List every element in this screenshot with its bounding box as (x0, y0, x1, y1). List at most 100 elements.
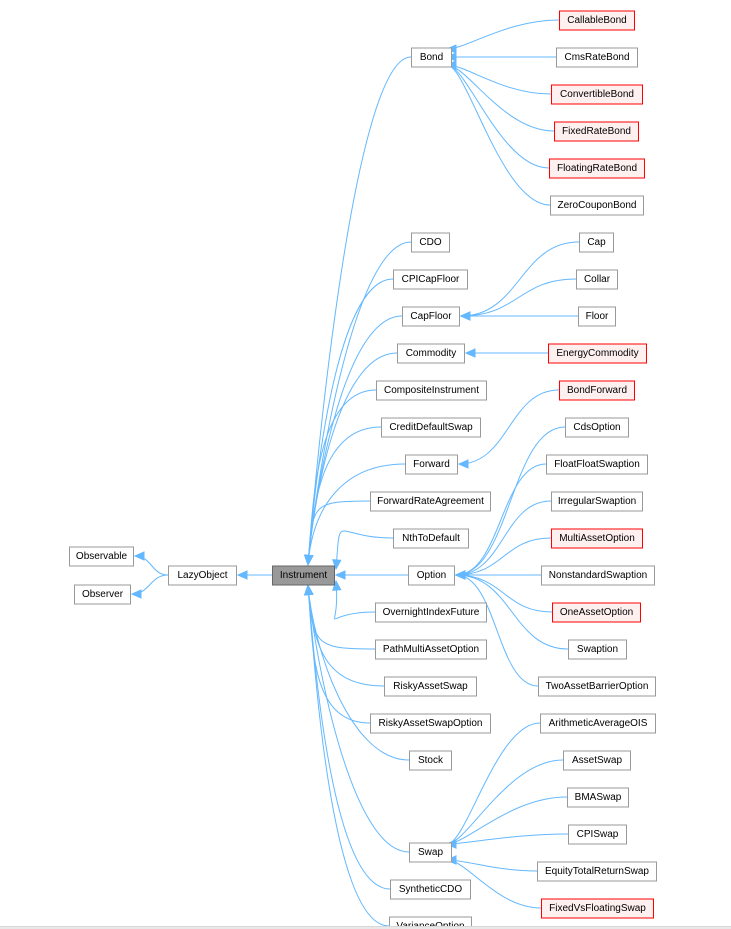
node-nonstandard-swaption[interactable]: NonstandardSwaption (541, 565, 655, 586)
edge-multi-asset-option-to-option (455, 537, 552, 576)
node-label: CPICapFloor (402, 274, 460, 285)
edge-cpi-cap-floor-to-instrument (307, 278, 394, 565)
node-instrument[interactable]: Instrument (272, 565, 335, 586)
node-label: CdsOption (573, 422, 620, 433)
node-forward-rate-agreement[interactable]: ForwardRateAgreement (370, 491, 491, 512)
node-label: FixedRateBond (562, 126, 631, 137)
edge-two-asset-barrier-option-to-option (455, 574, 539, 687)
node-composite-instrument[interactable]: CompositeInstrument (376, 380, 487, 401)
node-label: FloatFloatSwaption (554, 459, 640, 470)
edge-synthetic-cdo-to-instrument (307, 585, 391, 890)
node-float-float-swaption[interactable]: FloatFloatSwaption (546, 454, 648, 475)
node-stock[interactable]: Stock (409, 750, 452, 771)
nodes-layer: Observable Observer LazyObject Instrument Bo… (69, 10, 657, 928)
node-two-asset-barrier-option[interactable]: TwoAssetBarrierOption (538, 676, 656, 697)
edge-overnight-index-future-to-instrument (334, 580, 376, 620)
node-label: ZeroCouponBond (558, 200, 637, 211)
arrowhead-icon (236, 570, 248, 580)
edge-floating-rate-bond-to-bond (446, 64, 550, 169)
node-credit-default-swap[interactable]: CreditDefaultSwap (381, 417, 481, 438)
node-equity-total-return-swap[interactable]: EquityTotalReturnSwap (537, 861, 657, 882)
node-forward[interactable]: Forward (405, 454, 458, 475)
node-label: CPISwap (577, 829, 619, 840)
node-bond[interactable]: Bond (411, 47, 452, 68)
node-observer[interactable]: Observer (74, 584, 131, 605)
node-cms-rate-bond[interactable]: CmsRateBond (556, 47, 638, 68)
node-label: CallableBond (567, 15, 627, 26)
node-asset-swap[interactable]: AssetSwap (563, 750, 631, 771)
node-one-asset-option[interactable]: OneAssetOption (552, 602, 641, 623)
node-cds-option[interactable]: CdsOption (565, 417, 629, 438)
node-label: CreditDefaultSwap (389, 422, 473, 433)
node-label: LazyObject (177, 570, 227, 581)
node-label: BondForward (567, 385, 627, 396)
arrowhead-icon (133, 551, 145, 561)
node-overnight-index-future[interactable]: OvernightIndexFuture (375, 602, 487, 623)
node-cap[interactable]: Cap (579, 232, 614, 253)
node-bond-forward[interactable]: BondForward (559, 380, 635, 401)
node-label: IrregularSwaption (558, 496, 636, 507)
edge-cap-to-cap-floor (460, 241, 580, 317)
node-label: CmsRateBond (564, 52, 629, 63)
node-label: CDO (419, 237, 441, 248)
node-label: Floor (586, 311, 609, 322)
node-multi-asset-option[interactable]: MultiAssetOption (551, 528, 643, 549)
edge-arithmetic-average-ois-to-swap (446, 722, 541, 845)
node-label: FixedVsFloatingSwap (549, 903, 646, 914)
node-fixed-rate-bond[interactable]: FixedRateBond (554, 121, 639, 142)
node-label: TwoAssetBarrierOption (546, 681, 649, 692)
node-path-multi-asset-option[interactable]: PathMultiAssetOption (375, 639, 487, 660)
node-swaption[interactable]: Swaption (568, 639, 627, 660)
node-energy-commodity[interactable]: EnergyCommodity (548, 343, 647, 364)
node-label: Swap (418, 847, 443, 858)
node-floor[interactable]: Floor (578, 306, 616, 327)
node-synthetic-cdo[interactable]: SyntheticCDO (390, 879, 471, 900)
node-cpi-cap-floor[interactable]: CPICapFloor (393, 269, 468, 290)
node-cdo[interactable]: CDO (411, 232, 450, 253)
node-fixed-vs-floating-swap[interactable]: FixedVsFloatingSwap (541, 898, 654, 919)
edge-convertible-bond-to-bond (446, 64, 552, 95)
arrowhead-icon (334, 570, 346, 580)
node-label: Swaption (577, 644, 618, 655)
node-label: AssetSwap (572, 755, 622, 766)
arrowhead-icon (130, 589, 142, 599)
node-cap-floor[interactable]: CapFloor (402, 306, 460, 327)
node-observable[interactable]: Observable (69, 546, 134, 567)
edge-zero-coupon-bond-to-bond (446, 64, 551, 206)
node-nth-to-default[interactable]: NthToDefault (393, 528, 469, 549)
node-cpi-swap[interactable]: CPISwap (568, 824, 627, 845)
node-option[interactable]: Option (408, 565, 455, 586)
node-label: Collar (584, 274, 611, 285)
node-label: Stock (418, 755, 444, 766)
node-collar[interactable]: Collar (576, 269, 618, 290)
node-label: EnergyCommodity (556, 348, 638, 359)
edge-forward-to-instrument (307, 463, 406, 565)
node-label: BMASwap (575, 792, 622, 803)
node-swap[interactable]: Swap (409, 842, 452, 863)
node-arithmetic-average-ois[interactable]: ArithmeticAverageOIS (540, 713, 656, 734)
edge-asset-swap-to-swap (446, 759, 564, 845)
node-zero-coupon-bond[interactable]: ZeroCouponBond (550, 195, 644, 216)
arrowhead-icon (304, 584, 314, 596)
node-convertible-bond[interactable]: ConvertibleBond (551, 84, 643, 105)
node-irregular-swaption[interactable]: IrregularSwaption (551, 491, 643, 512)
node-label: ForwardRateAgreement (377, 496, 484, 507)
node-floating-rate-bond[interactable]: FloatingRateBond (549, 158, 645, 179)
node-callable-bond[interactable]: CallableBond (559, 10, 635, 31)
node-risky-asset-swap[interactable]: RiskyAssetSwap (384, 676, 477, 697)
edge-callable-bond-to-bond (446, 19, 560, 50)
node-bma-swap[interactable]: BMASwap (567, 787, 629, 808)
inheritance-diagram: Observable Observer LazyObject Instrument Bo… (69, 10, 657, 928)
arrowhead-icon (454, 570, 466, 580)
arrowhead-icon (464, 348, 476, 358)
node-label: Forward (413, 459, 450, 470)
edge-composite-instrument-to-instrument (307, 389, 377, 565)
node-risky-asset-swap-option[interactable]: RiskyAssetSwapOption (370, 713, 491, 734)
edges-layer (130, 19, 580, 927)
edge-bma-swap-to-swap (446, 796, 568, 845)
node-label: SyntheticCDO (399, 884, 463, 895)
node-label: Bond (420, 52, 443, 63)
node-commodity[interactable]: Commodity (397, 343, 465, 364)
node-lazy-object[interactable]: LazyObject (168, 565, 237, 586)
edge-fixed-rate-bond-to-bond (446, 64, 555, 132)
